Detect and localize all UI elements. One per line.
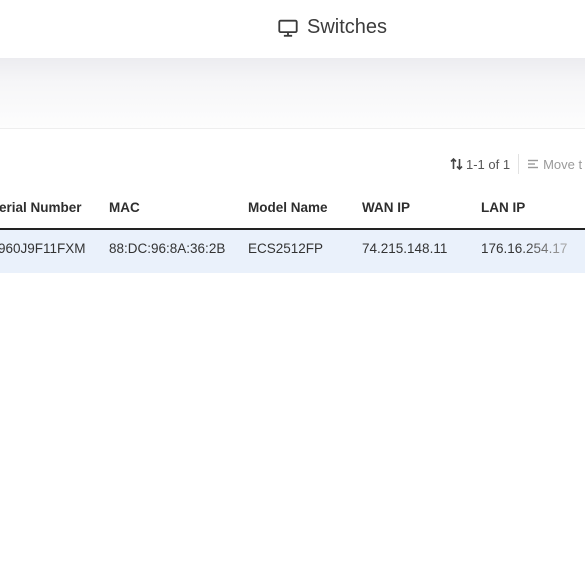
page-title-text: Switches [307, 16, 388, 38]
pagination-count: 1-1 of 1 [466, 156, 511, 172]
toolbar-divider [518, 154, 520, 174]
cell-serial-number: 960J9F11FXM [0, 241, 86, 256]
table-toolbar: 1-1 of 1 Move t [450, 150, 582, 178]
column-header-serial-number[interactable]: erial Number [0, 200, 82, 215]
table-row[interactable]: 960J9F11FXM 88:DC:96:8A:36:2B ECS2512FP … [0, 230, 585, 273]
cell-mac: 88:DC:96:8A:36:2B [109, 241, 226, 256]
list-move-icon [527, 158, 539, 170]
cell-model-name: ECS2512FP [248, 241, 324, 256]
column-header-model-name[interactable]: Model Name [248, 200, 328, 215]
header-band [0, 58, 585, 129]
sort-icon [450, 157, 463, 171]
column-header-lan-ip[interactable]: LAN IP [481, 200, 525, 215]
page-title: Switches [277, 16, 387, 39]
cell-wan-ip: 74.215.148.11 [362, 241, 448, 256]
table-header: erial Number MAC Model Name WAN IP LAN I… [0, 188, 585, 230]
sort-button[interactable]: 1-1 of 1 [450, 157, 510, 172]
move-label: Move t [543, 156, 583, 172]
column-header-wan-ip[interactable]: WAN IP [362, 200, 410, 215]
column-header-mac[interactable]: MAC [109, 200, 140, 215]
monitor-icon [277, 17, 299, 39]
top-header: Switches [0, 0, 585, 58]
cell-lan-ip: 176.16.254.17 [481, 241, 568, 256]
move-button[interactable]: Move t [527, 157, 582, 172]
